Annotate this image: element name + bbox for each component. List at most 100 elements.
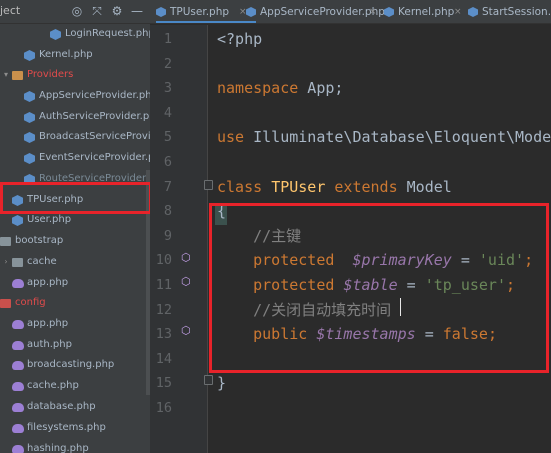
code-line[interactable]: class TPUser extends Model <box>217 175 452 200</box>
project-panel-title[interactable]: ject <box>0 4 20 17</box>
tree-file[interactable]: cache.php <box>0 376 150 397</box>
tree-item-label: EventServiceProvider.php <box>39 152 150 163</box>
line-number: 9 <box>163 227 172 244</box>
tree-item-label: cache <box>27 256 57 267</box>
tree-item-label: AuthServiceProvider.php <box>39 111 150 122</box>
tab-appserviceprovider[interactable]: AppServiceProvider.php × <box>246 0 385 23</box>
line-number: 7 <box>163 178 172 195</box>
tab-label: StartSession.php <box>482 6 551 18</box>
close-icon[interactable]: × <box>369 0 377 23</box>
php-icon <box>50 29 61 40</box>
php-icon <box>24 153 35 164</box>
line-number: 14 <box>155 350 172 367</box>
settings-icon[interactable]: ⚙ <box>110 4 124 18</box>
tree-file[interactable]: LoginRequest.php <box>0 24 150 45</box>
php-file-icon <box>468 7 478 17</box>
tree-item-label: bootstrap <box>15 235 64 246</box>
line-number: 13 <box>155 326 172 343</box>
tree-item-label: cache.php <box>27 380 79 391</box>
collapse-all-icon[interactable]: ⤧ <box>90 4 104 18</box>
tree-file[interactable]: AppServiceProvider.php <box>0 86 150 107</box>
tree-file[interactable]: auth.php <box>0 335 150 356</box>
code-line[interactable]: namespace App; <box>217 76 343 101</box>
tab-tpuser[interactable]: TPUser.php × <box>156 0 256 23</box>
chevron-down-icon[interactable]: ▾ <box>1 65 11 86</box>
folder-icon <box>12 71 23 80</box>
editor-tab-bar: TPUser.php × AppServiceProvider.php × Ke… <box>150 0 551 24</box>
tree-file[interactable]: EventServiceProvider.php <box>0 148 150 169</box>
tree-item-label: auth.php <box>27 339 72 350</box>
code-token: extends <box>334 177 398 196</box>
code-token: } <box>217 374 227 393</box>
close-icon[interactable]: × <box>454 0 462 23</box>
elephant-icon <box>12 341 24 350</box>
tree-item-label: Providers <box>27 69 74 80</box>
line-number: 2 <box>163 55 172 72</box>
hide-icon[interactable]: — <box>130 4 144 18</box>
tree-file[interactable]: app.php <box>0 273 150 294</box>
folder-icon <box>12 258 23 267</box>
tree-file[interactable]: filesystems.php <box>0 418 150 439</box>
tree-item-label: LoginRequest.php <box>65 28 150 39</box>
line-number: 12 <box>155 301 172 318</box>
php-file-icon <box>246 7 256 17</box>
tab-label: AppServiceProvider.php <box>260 6 385 18</box>
tree-item-label: hashing.php <box>27 443 89 453</box>
tree-file[interactable]: app.php <box>0 314 150 335</box>
code-line[interactable]: <?php <box>217 27 262 52</box>
tree-folder[interactable]: bootstrap <box>0 231 150 252</box>
fold-icon[interactable] <box>204 375 213 385</box>
tree-folder[interactable]: ▾ Providers <box>0 65 150 86</box>
code-line[interactable]: use Illuminate\Database\Eloquent\Model; <box>217 125 551 150</box>
chevron-right-icon[interactable]: › <box>1 252 11 273</box>
tree-file[interactable]: hashing.php <box>0 439 150 453</box>
override-marker-icon[interactable]: ⬡ <box>181 276 193 288</box>
elephant-icon <box>12 320 24 329</box>
tree-file[interactable]: database.php <box>0 397 150 418</box>
tree-item-label: Kernel.php <box>39 49 93 60</box>
tree-item-label: BroadcastServiceProvider. <box>39 131 150 142</box>
line-number: 3 <box>163 80 172 97</box>
code-highlight-box <box>209 203 549 373</box>
php-icon <box>24 132 35 143</box>
override-marker-icon[interactable]: ⬡ <box>181 252 193 264</box>
tree-item-label: config <box>15 297 46 308</box>
code-token: class <box>217 177 263 196</box>
selected-file-highlight-box <box>0 182 152 214</box>
code-token: Model <box>397 177 452 196</box>
code-token: App; <box>298 79 344 98</box>
fold-icon[interactable] <box>204 180 213 190</box>
folder-icon <box>0 299 11 308</box>
tree-item-label: broadcasting.php <box>27 359 115 370</box>
tab-startsession[interactable]: StartSession.php <box>468 0 551 23</box>
elephant-icon <box>12 424 24 433</box>
line-number: 6 <box>163 154 172 170</box>
line-number: 8 <box>163 203 172 220</box>
line-number: 10 <box>155 252 172 269</box>
tree-item-label: AppServiceProvider.php <box>39 90 150 101</box>
line-number: 4 <box>163 104 172 121</box>
tree-item-label: filesystems.php <box>27 422 106 433</box>
line-number: 16 <box>155 400 172 416</box>
line-number: 15 <box>155 375 172 392</box>
override-marker-icon[interactable]: ⬡ <box>181 325 193 337</box>
code-token: <?php <box>217 30 263 48</box>
code-line[interactable]: } <box>217 371 226 396</box>
tree-file[interactable]: AuthServiceProvider.php <box>0 107 150 128</box>
tab-label: TPUser.php <box>170 6 230 18</box>
line-number: 11 <box>155 277 172 293</box>
tree-folder[interactable]: ▾config <box>0 293 150 314</box>
elephant-icon <box>12 382 24 391</box>
tab-kernel[interactable]: Kernel.php × <box>384 0 462 23</box>
tree-folder[interactable]: › cache <box>0 252 150 273</box>
tree-file[interactable]: broadcasting.php <box>0 355 150 376</box>
line-number: 5 <box>163 129 172 146</box>
target-icon[interactable]: ◎ <box>70 4 84 18</box>
tree-file[interactable]: Kernel.php <box>0 45 150 66</box>
elephant-icon <box>12 445 24 453</box>
tree-item-label: database.php <box>27 401 96 412</box>
project-panel: ject ◎ ⤧ ⚙ — LoginRequest.php Kernel.php ▾… <box>0 0 150 453</box>
tree-item-label: app.php <box>27 277 69 288</box>
tree-file[interactable]: BroadcastServiceProvider. <box>0 127 150 148</box>
elephant-icon <box>12 279 24 288</box>
